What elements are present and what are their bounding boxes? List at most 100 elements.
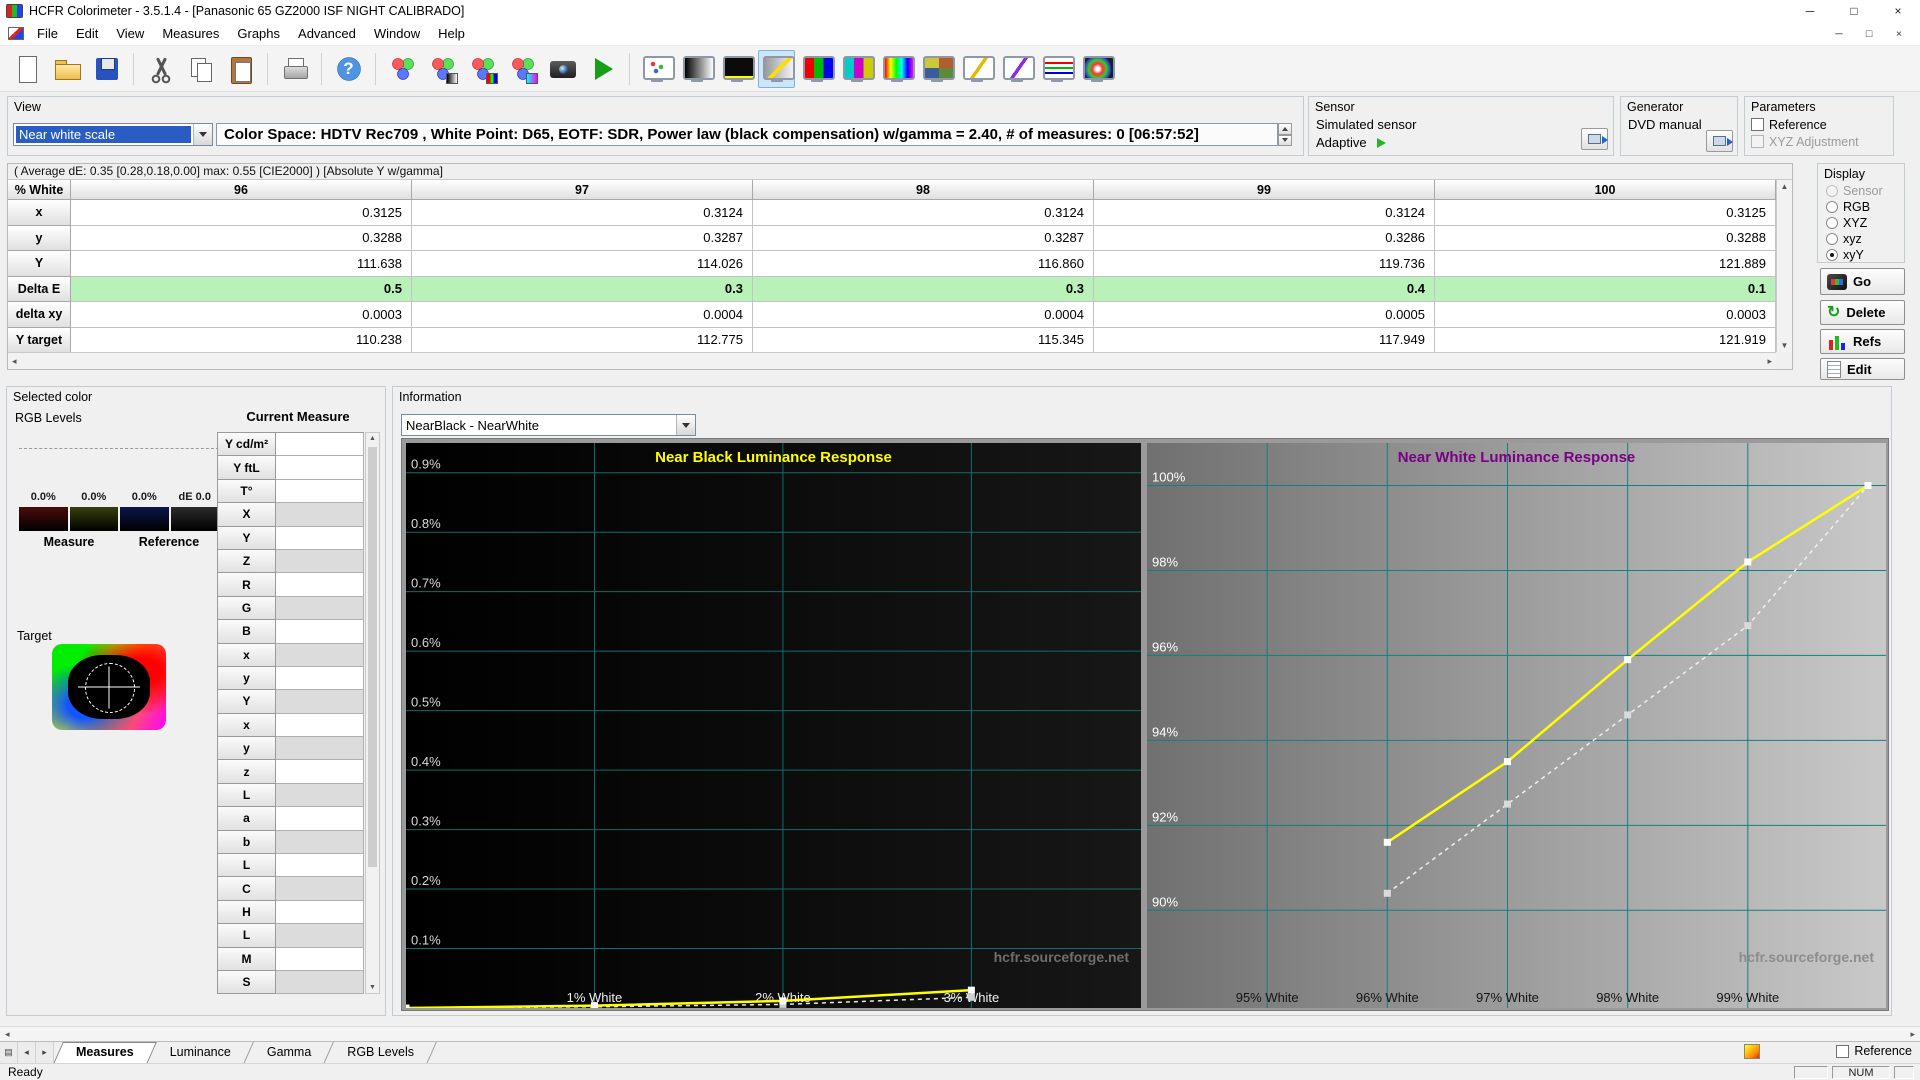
tab-measures[interactable]: Measures bbox=[58, 1042, 152, 1064]
measures-cell[interactable]: 0.3 bbox=[753, 277, 1094, 303]
measures-cell[interactable]: 119.736 bbox=[1094, 251, 1435, 277]
current-measure-value[interactable] bbox=[276, 480, 364, 503]
near-black-chart[interactable]: 0.1%0.2%0.3%0.4%0.5%0.6%0.7%0.8%0.9%1% W… bbox=[406, 443, 1141, 1008]
current-measure-value[interactable] bbox=[276, 714, 364, 737]
measures-cell[interactable]: 111.638 bbox=[71, 251, 412, 277]
open-file-button[interactable] bbox=[48, 50, 85, 88]
run-measures-button[interactable] bbox=[584, 50, 621, 88]
view-primaries-button[interactable] bbox=[798, 50, 835, 88]
display-option-sensor[interactable]: Sensor bbox=[1818, 183, 1904, 199]
menu-item-measures[interactable]: Measures bbox=[153, 22, 228, 45]
measures-column-header[interactable]: 97 bbox=[412, 180, 753, 200]
current-measure-value[interactable] bbox=[276, 644, 364, 667]
measures-horizontal-scrollbar[interactable]: ◂ ▸ bbox=[8, 352, 1776, 369]
current-measure-value[interactable] bbox=[276, 760, 364, 783]
current-measure-value[interactable] bbox=[276, 924, 364, 947]
scroll-left-icon[interactable]: ◂ bbox=[12, 356, 17, 367]
sensor-config-button[interactable] bbox=[1581, 128, 1608, 150]
scroll-down-icon[interactable]: ▼ bbox=[369, 984, 376, 991]
view-luminance-button[interactable] bbox=[958, 50, 995, 88]
view-grayscale-button[interactable] bbox=[678, 50, 715, 88]
menu-item-window[interactable]: Window bbox=[365, 22, 429, 45]
minimize-button[interactable]: ─ bbox=[1788, 0, 1832, 22]
current-measure-value[interactable] bbox=[276, 433, 364, 456]
measures-cell[interactable]: 0.3124 bbox=[412, 200, 753, 226]
measures-cell[interactable]: 0.3 bbox=[412, 277, 753, 303]
scroll-up-icon[interactable]: ▲ bbox=[369, 435, 376, 442]
print-button[interactable] bbox=[276, 50, 313, 88]
current-measure-value[interactable] bbox=[276, 550, 364, 573]
current-measure-scrollbar[interactable]: ▲ ▼ bbox=[365, 432, 380, 994]
view-near-black-button[interactable] bbox=[718, 50, 755, 88]
generator-config-button[interactable] bbox=[1706, 130, 1733, 152]
measures-column-header[interactable]: 100 bbox=[1435, 180, 1776, 200]
scroll-left-icon[interactable]: ◂ bbox=[5, 1029, 10, 1040]
display-option-xyz[interactable]: XYZ bbox=[1818, 215, 1904, 231]
view-gamma-button[interactable] bbox=[998, 50, 1035, 88]
menu-item-file[interactable]: File bbox=[28, 22, 67, 45]
reference-checkbox[interactable] bbox=[1836, 1045, 1849, 1058]
tab-rgb-levels[interactable]: RGB Levels bbox=[329, 1042, 432, 1064]
tab-next-button[interactable]: ▸ bbox=[36, 1042, 54, 1063]
current-measure-value[interactable] bbox=[276, 690, 364, 713]
current-measure-value[interactable] bbox=[276, 854, 364, 877]
spinner-up-icon[interactable] bbox=[1278, 123, 1292, 135]
measures-cell[interactable]: 0.3288 bbox=[1435, 226, 1776, 252]
scroll-up-icon[interactable]: ▲ bbox=[1781, 182, 1789, 191]
paste-button[interactable] bbox=[222, 50, 259, 88]
current-measure-value[interactable] bbox=[276, 877, 364, 900]
current-measure-value[interactable] bbox=[276, 456, 364, 479]
measures-cell[interactable]: 0.4 bbox=[1094, 277, 1435, 303]
measures-cell[interactable]: 0.5 bbox=[71, 277, 412, 303]
spinner-down-icon[interactable] bbox=[1278, 135, 1292, 147]
information-selector[interactable]: NearBlack - NearWhite bbox=[401, 414, 696, 436]
new-file-button[interactable] bbox=[8, 50, 45, 88]
current-measure-value[interactable] bbox=[276, 784, 364, 807]
scrollbar-thumb[interactable] bbox=[368, 447, 377, 867]
scroll-right-icon[interactable]: ▸ bbox=[1910, 1029, 1915, 1040]
measures-cell[interactable]: 0.0003 bbox=[71, 302, 412, 328]
child-minimize-button[interactable]: ─ bbox=[1824, 24, 1854, 44]
measures-cell[interactable]: 121.889 bbox=[1435, 251, 1776, 277]
measures-cell[interactable]: 110.238 bbox=[71, 328, 412, 354]
measures-cell[interactable]: 0.0005 bbox=[1094, 302, 1435, 328]
measures-cell[interactable]: 112.775 bbox=[412, 328, 753, 354]
tab-gamma[interactable]: Gamma bbox=[249, 1042, 329, 1064]
current-measure-value[interactable] bbox=[276, 807, 364, 830]
maximize-button[interactable]: □ bbox=[1832, 0, 1876, 22]
measures-cell[interactable]: 0.3124 bbox=[753, 200, 1094, 226]
current-measure-value[interactable] bbox=[276, 503, 364, 526]
close-button[interactable]: × bbox=[1876, 0, 1920, 22]
menu-item-help[interactable]: Help bbox=[429, 22, 474, 45]
measures-cell[interactable]: 0.0004 bbox=[753, 302, 1094, 328]
measure-color-button[interactable] bbox=[384, 50, 421, 88]
menu-item-view[interactable]: View bbox=[107, 22, 153, 45]
current-measure-value[interactable] bbox=[276, 597, 364, 620]
measures-cell[interactable]: 117.949 bbox=[1094, 328, 1435, 354]
param-reference-checkbox[interactable]: Reference bbox=[1745, 116, 1893, 133]
display-option-rgb[interactable]: RGB bbox=[1818, 199, 1904, 215]
menu-item-advanced[interactable]: Advanced bbox=[289, 22, 365, 45]
current-measure-value[interactable] bbox=[276, 620, 364, 643]
dropdown-arrow-icon[interactable] bbox=[193, 124, 212, 145]
measures-cell[interactable]: 0.0003 bbox=[1435, 302, 1776, 328]
current-measure-value[interactable] bbox=[276, 971, 364, 994]
dropdown-arrow-icon[interactable] bbox=[676, 415, 695, 435]
copy-button[interactable] bbox=[182, 50, 219, 88]
tab-list-button[interactable]: ▤ bbox=[0, 1042, 18, 1063]
go-button[interactable]: Go bbox=[1820, 268, 1905, 295]
current-measure-value[interactable] bbox=[276, 667, 364, 690]
current-measure-value[interactable] bbox=[276, 831, 364, 854]
display-option-xyz[interactable]: xyz bbox=[1818, 231, 1904, 247]
measures-cell[interactable]: 116.860 bbox=[753, 251, 1094, 277]
measures-cell[interactable]: 0.3125 bbox=[1435, 200, 1776, 226]
current-measure-value[interactable] bbox=[276, 737, 364, 760]
cut-button[interactable] bbox=[142, 50, 179, 88]
child-close-button[interactable]: × bbox=[1884, 24, 1914, 44]
measures-cell[interactable]: 0.1 bbox=[1435, 277, 1776, 303]
measures-column-header[interactable]: 98 bbox=[753, 180, 1094, 200]
current-measure-value[interactable] bbox=[276, 901, 364, 924]
scale-selector[interactable]: Near white scale bbox=[13, 123, 213, 146]
measures-cell[interactable]: 0.3286 bbox=[1094, 226, 1435, 252]
tab-prev-button[interactable]: ◂ bbox=[18, 1042, 36, 1063]
